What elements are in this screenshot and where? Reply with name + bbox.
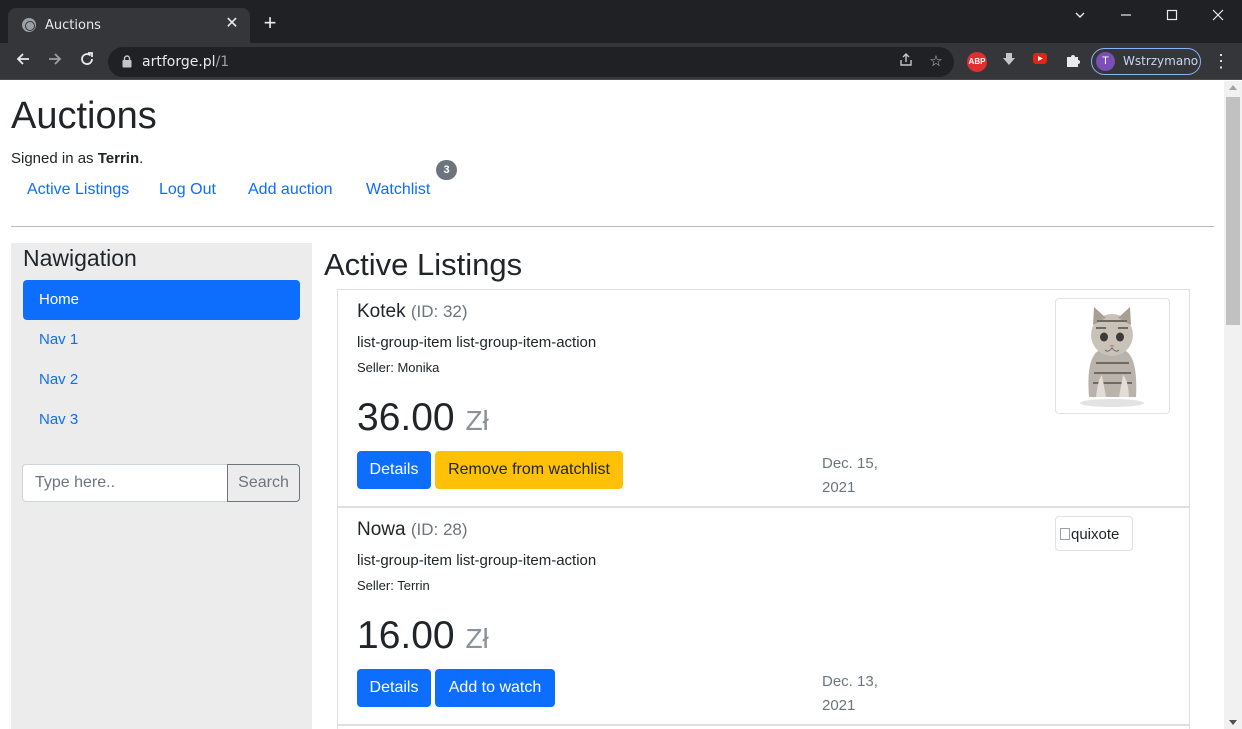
listing-item[interactable]: Nowa (ID: 28) list-group-item list-group… bbox=[337, 507, 1190, 725]
browser-tab-strip: Auctions ✕ + bbox=[0, 0, 1242, 43]
url-text: artforge.pl/1 bbox=[142, 54, 230, 70]
lock-icon bbox=[122, 55, 132, 68]
back-arrow-icon[interactable] bbox=[10, 49, 36, 73]
listing-seller: Seller: Monika bbox=[357, 360, 440, 375]
listing-date: Dec. 13, 2021 bbox=[822, 673, 878, 714]
remove-from-watchlist-button[interactable]: Remove from watchlist bbox=[435, 451, 623, 489]
listing-price: 16.00 Zł bbox=[357, 614, 489, 657]
details-button[interactable]: Details bbox=[357, 669, 431, 707]
signed-in-text: Signed in as Terrin. bbox=[11, 150, 144, 167]
divider bbox=[11, 226, 1214, 227]
kitten-image[interactable] bbox=[1055, 298, 1170, 414]
extensions-puzzle-icon[interactable] bbox=[1063, 52, 1083, 72]
page-viewport: Auctions Signed in as Terrin. Active Lis… bbox=[0, 81, 1224, 729]
sidebar-item-nav-1[interactable]: Nav 1 bbox=[23, 320, 300, 360]
search-button[interactable]: Search bbox=[227, 464, 300, 502]
nav-active-listings-link[interactable]: Active Listings bbox=[27, 181, 129, 199]
adblock-extension-icon[interactable]: ABP bbox=[967, 52, 987, 72]
new-tab-button[interactable]: + bbox=[259, 12, 281, 34]
profile-button[interactable]: T Wstrzymano bbox=[1091, 48, 1201, 75]
listing-item[interactable]: Kotek (ID: 32) list-group-item list-grou… bbox=[337, 289, 1190, 507]
nav-watchlist-link[interactable]: Watchlist bbox=[366, 181, 430, 199]
broken-image-alt-text: quixote bbox=[1060, 526, 1119, 543]
listing-currency: Zł bbox=[465, 405, 489, 436]
page-scrollbar[interactable] bbox=[1224, 81, 1242, 729]
maximize-button[interactable] bbox=[1152, 4, 1192, 28]
listing-price: 36.00 Zł bbox=[357, 396, 489, 439]
listing-name: Kotek (ID: 32) bbox=[357, 301, 468, 322]
sidebar-item-nav-3[interactable]: Nav 3 bbox=[23, 400, 300, 440]
scroll-down-arrow-icon[interactable] bbox=[1229, 720, 1237, 725]
nav-log-out-link[interactable]: Log Out bbox=[159, 181, 216, 199]
scrollbar-thumb[interactable] bbox=[1226, 97, 1240, 325]
search-input[interactable] bbox=[22, 464, 228, 502]
browser-toolbar: artforge.pl/1 ☆ ABP T Wstrzymano ⋮ bbox=[0, 43, 1242, 80]
minimize-button[interactable] bbox=[1106, 4, 1146, 28]
browser-tab[interactable]: Auctions ✕ bbox=[8, 8, 250, 43]
listing-description: list-group-item list-group-item-action bbox=[357, 334, 597, 351]
section-title: Active Listings bbox=[324, 247, 523, 282]
listing-name: Nowa (ID: 28) bbox=[357, 519, 468, 540]
close-window-button[interactable] bbox=[1198, 4, 1238, 28]
share-icon[interactable] bbox=[896, 52, 916, 72]
download-extension-icon[interactable] bbox=[999, 52, 1019, 72]
tab-close-icon[interactable]: ✕ bbox=[222, 14, 242, 34]
nav-add-auction-link[interactable]: Add auction bbox=[248, 181, 333, 199]
tab-title: Auctions bbox=[45, 18, 101, 33]
add-to-watch-button[interactable]: Add to watch bbox=[435, 669, 555, 707]
profile-status-label: Wstrzymano bbox=[1123, 54, 1199, 68]
listing-seller: Seller: Terrin bbox=[357, 578, 430, 593]
listing-currency: Zł bbox=[465, 623, 489, 654]
watchlist-count-badge: 3 bbox=[436, 160, 457, 180]
listing-description: list-group-item list-group-item-action bbox=[357, 552, 597, 569]
details-button[interactable]: Details bbox=[357, 451, 431, 489]
username: Terrin bbox=[97, 150, 140, 167]
browser-menu-icon[interactable]: ⋮ bbox=[1212, 49, 1230, 73]
forward-arrow-icon[interactable] bbox=[42, 49, 68, 73]
broken-image-icon bbox=[1060, 528, 1070, 540]
tab-search-chevron-icon[interactable] bbox=[1060, 4, 1100, 28]
address-bar[interactable]: artforge.pl/1 ☆ bbox=[108, 47, 954, 77]
globe-icon bbox=[22, 18, 36, 32]
listing-id: (ID: 28) bbox=[410, 520, 468, 539]
sidebar-item-nav-2[interactable]: Nav 2 bbox=[23, 360, 300, 400]
bookmark-star-icon[interactable]: ☆ bbox=[926, 52, 946, 72]
listing-date: Dec. 15, 2021 bbox=[822, 455, 878, 496]
avatar: T bbox=[1096, 52, 1115, 71]
listing-id: (ID: 32) bbox=[410, 302, 468, 321]
sidebar-item-home[interactable]: Home bbox=[23, 280, 300, 320]
video-extension-icon[interactable] bbox=[1031, 52, 1051, 72]
sidebar-title: Nawigation bbox=[23, 245, 137, 271]
page-title: Auctions bbox=[11, 95, 157, 137]
listing-item[interactable] bbox=[337, 725, 1190, 729]
scroll-up-arrow-icon[interactable] bbox=[1229, 85, 1237, 90]
reload-icon[interactable] bbox=[74, 49, 100, 73]
sidebar: Nawigation Home Nav 1 Nav 2 Nav 3 Search bbox=[11, 243, 312, 729]
broken-image[interactable]: quixote bbox=[1055, 516, 1133, 551]
